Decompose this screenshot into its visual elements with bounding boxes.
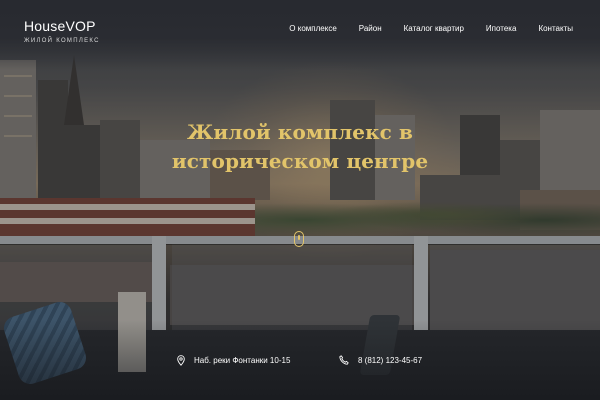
nav-item-catalog[interactable]: Каталог квартир [404, 24, 464, 33]
hero-background-photo [0, 0, 600, 400]
scroll-wheel-dot [298, 235, 300, 240]
hero-title-line-1: Жилой комплекс в [186, 120, 413, 144]
nav-item-district[interactable]: Район [359, 24, 382, 33]
logo-tagline: Жилой комплекс [24, 38, 100, 44]
address-text: Наб. реки Фонтанки 10-15 [194, 356, 291, 365]
mouse-scroll-icon[interactable] [294, 231, 304, 247]
site-logo[interactable]: HouseVOP Жилой комплекс [24, 18, 100, 44]
main-nav: О комплексе Район Каталог квартир Ипотек… [267, 24, 573, 33]
hero-title-line-2: историческом центре [171, 149, 429, 173]
nav-item-about[interactable]: О комплексе [289, 24, 336, 33]
address-contact: Наб. реки Фонтанки 10-15 [177, 355, 290, 366]
nav-item-contacts[interactable]: Контакты [538, 24, 573, 33]
hero-title: Жилой комплекс в историческом центре [0, 118, 600, 176]
phone-icon [339, 355, 349, 365]
nav-item-mortgage[interactable]: Ипотека [486, 24, 517, 33]
location-pin-icon [177, 355, 185, 366]
phone-text: 8 (812) 123-45-67 [358, 355, 423, 365]
logo-name: HouseVOP [24, 18, 96, 34]
phone-contact[interactable]: 8 (812) 123-45-67 [339, 355, 422, 365]
